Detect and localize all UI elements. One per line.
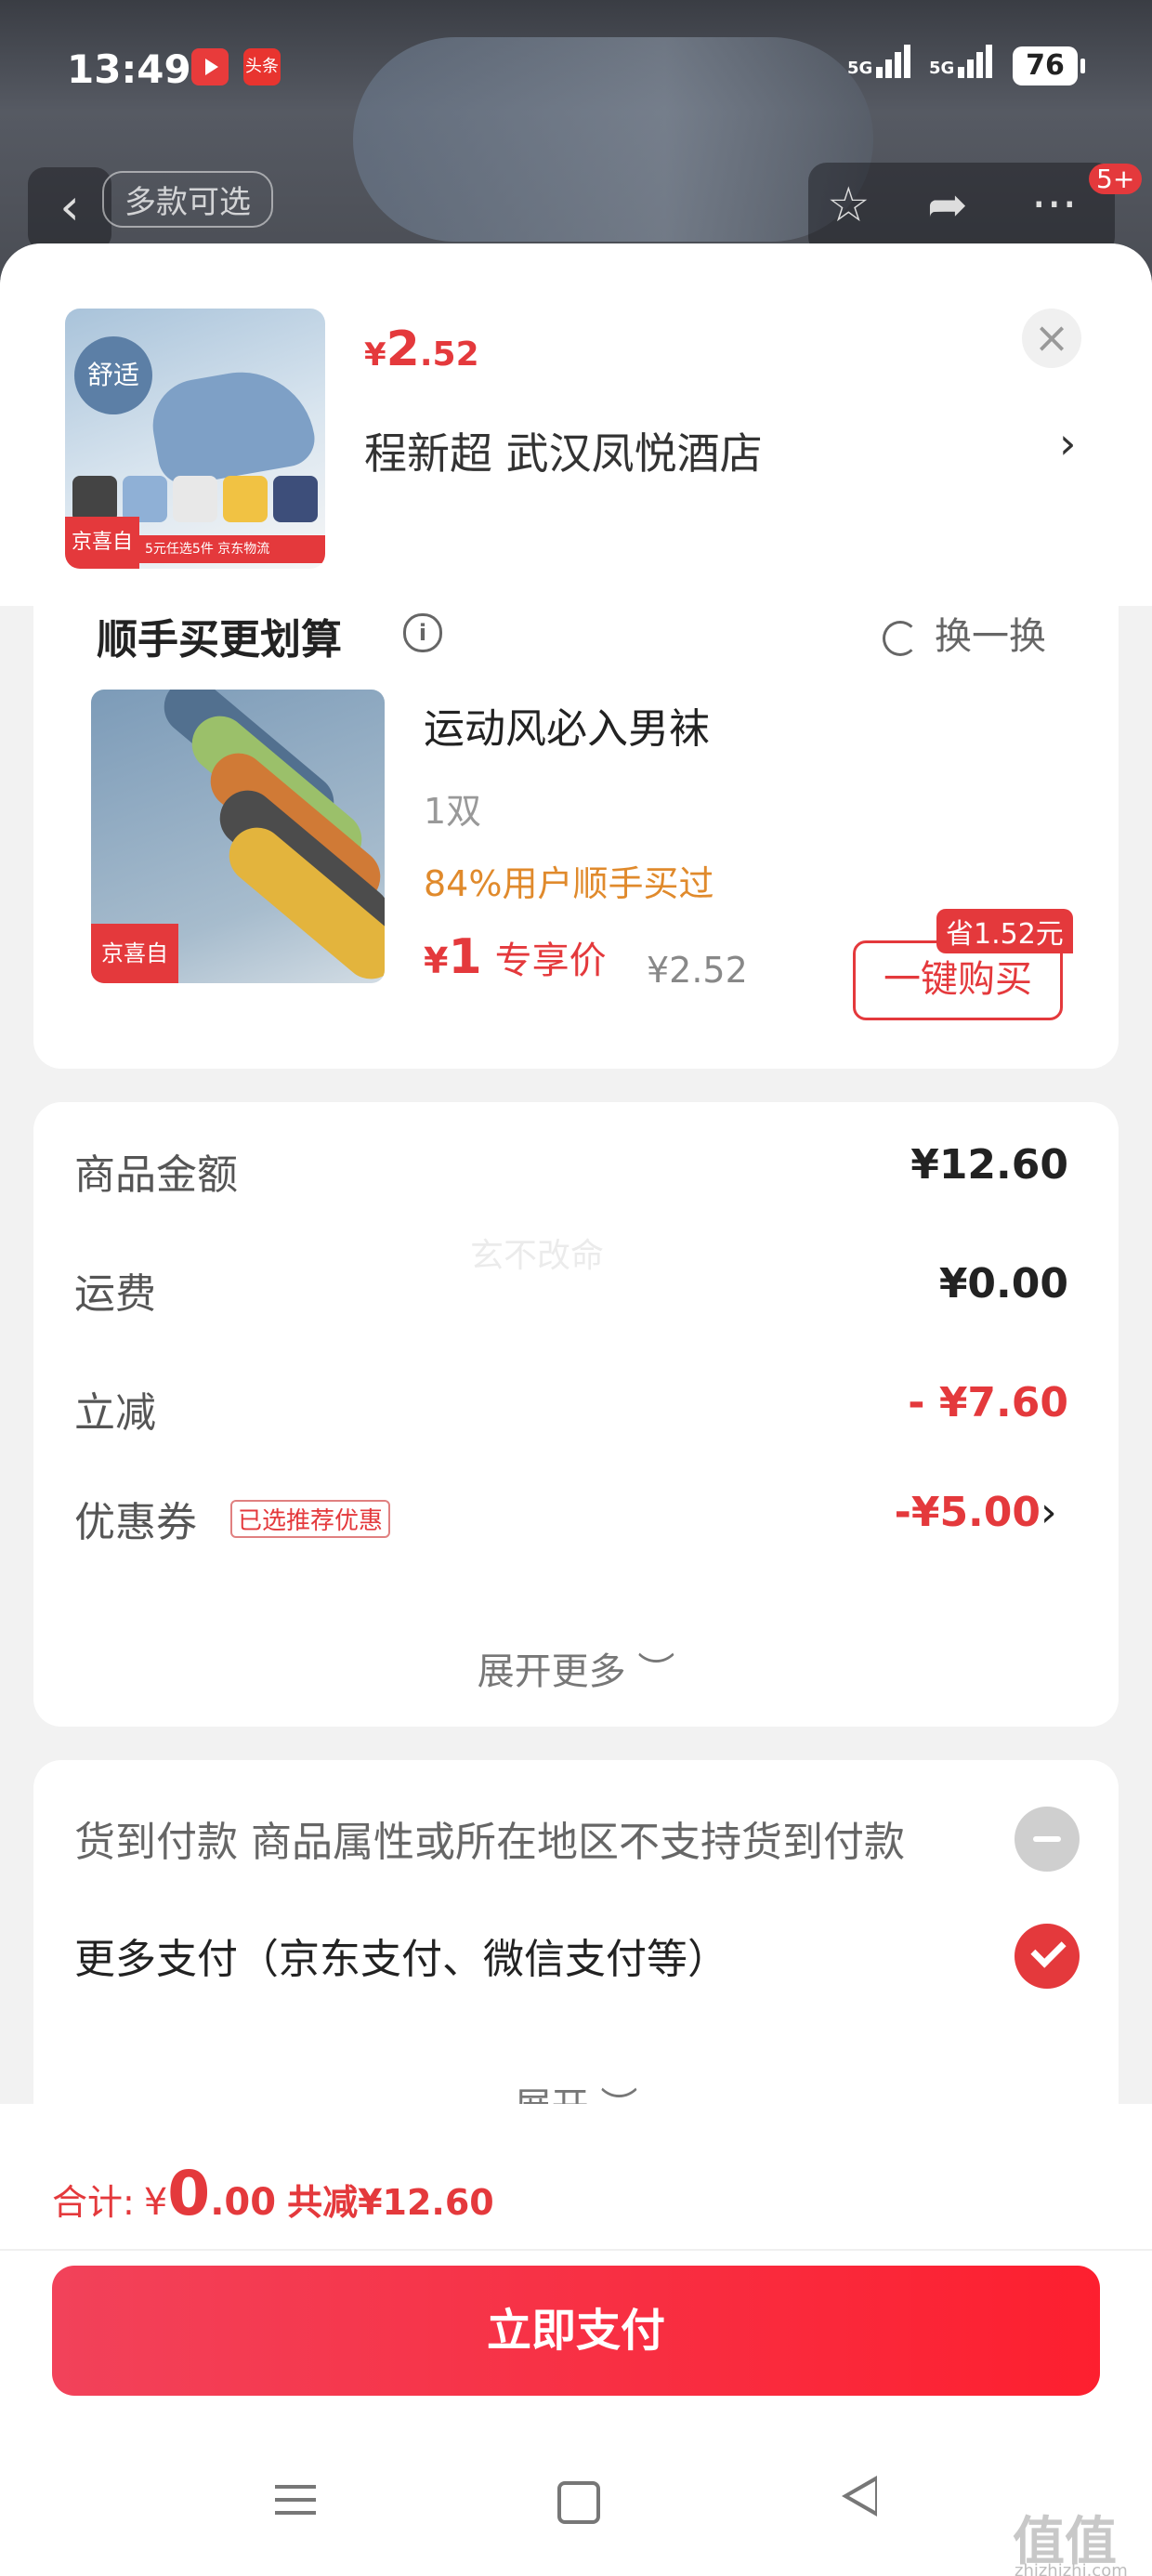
more-payment-option[interactable]: 更多支付（京东支付、微信支付等） [74, 1925, 728, 1985]
site-watermark-url: zhizhizhi.com [1015, 2561, 1128, 2576]
product-thumbnail: 舒适 京喜自营 包邮 5元任选5件 京东物流 [65, 309, 325, 569]
addon-product-name[interactable]: 运动风必入男袜 [424, 695, 710, 755]
variant-pill[interactable]: 多款可选 [102, 171, 273, 228]
expand-more-button[interactable]: 展开更多 ︶ [33, 1641, 1119, 1695]
addon-price: ¥1 专享价 [424, 929, 607, 985]
savings-tag: 省1.52元 [936, 909, 1073, 953]
summary-value: -¥5.00 [894, 1489, 1041, 1536]
checkmark-icon[interactable] [1015, 1924, 1080, 1989]
summary-label: 优惠券 [74, 1499, 197, 1546]
addon-title: 顺手买更划算 [97, 616, 342, 664]
cod-option-label: 货到付款 商品属性或所在地区不支持货到付款 [74, 1819, 905, 1866]
summary-row-discount: 立减 - ¥7.60 [74, 1379, 1068, 1437]
signal-icon: 5G [847, 45, 913, 78]
signal-label: 5G [847, 59, 873, 78]
price-integer: 1 [448, 929, 482, 985]
status-bar: 13:49 头条 5G 5G 76 [0, 28, 1152, 112]
signal-label: 5G [929, 59, 955, 78]
more-icon[interactable]: ··· [1031, 177, 1078, 233]
summary-label: 立减 [74, 1389, 156, 1437]
color-variants [72, 476, 318, 522]
order-total: 合计: ¥0.00 共减¥12.60 [52, 2158, 494, 2229]
free-shipping-tag: 京喜自营 包邮 [65, 517, 139, 569]
menu-icon[interactable] [275, 2476, 316, 2524]
summary-value: ¥0.00 [938, 1260, 1068, 1308]
share-icon[interactable]: ➦ [927, 177, 968, 233]
chevron-right-icon[interactable]: › [1041, 1489, 1057, 1536]
divider [0, 2249, 1152, 2251]
price-integer: 2 [386, 322, 420, 377]
addon-original-price: ¥2.52 [647, 950, 748, 991]
summary-row-goods: 商品金额 ¥12.60 [74, 1141, 1068, 1199]
refresh-icon [883, 621, 918, 656]
price-summary-card: 商品金额 ¥12.60 玄不改命 运费 ¥0.00 立减 - ¥7.60 优惠券… [33, 1102, 1119, 1727]
swap-button[interactable]: 换一换 [883, 606, 1046, 660]
addon-card: 顺手买更划算 i 换一换 京喜自营 包邮 运动风必入男袜 1双 84%用户顺手买… [33, 606, 1119, 1069]
price-label: 专享价 [494, 940, 607, 982]
summary-value: ¥12.60 [910, 1141, 1068, 1189]
total-decimal: .00 [210, 2181, 277, 2224]
checkout-sheet: 舒适 京喜自营 包邮 5元任选5件 京东物流 ¥2.52 程新超 武汉凤悦酒店 … [0, 243, 1152, 2576]
cart-badge: 5+ [1089, 164, 1143, 194]
system-navigation-bar [0, 2466, 1152, 2541]
back-button[interactable]: ‹ [28, 167, 111, 251]
status-time: 13:49 [67, 46, 191, 92]
sock-illustration [145, 361, 320, 489]
total-label: 合计: [52, 2182, 135, 2223]
checkout-bottom-bar: 合计:¥0.00共减¥12.60 立即支付 值值值 zhizhizhi.com [0, 2104, 1152, 2576]
back-icon[interactable] [842, 2476, 877, 2517]
price-currency: ¥ [364, 336, 386, 374]
delivery-address[interactable]: 程新超 武汉凤悦酒店 [364, 420, 763, 481]
top-actions: ☆ ➦ ··· [808, 163, 1115, 256]
news-app-icon: 头条 [243, 48, 281, 85]
pay-now-button[interactable]: 立即支付 [52, 2266, 1100, 2396]
battery-icon: 76 [1013, 46, 1085, 85]
star-icon[interactable]: ☆ [827, 177, 871, 233]
sheet-header: 舒适 京喜自营 包邮 5元任选5件 京东物流 ¥2.52 程新超 武汉凤悦酒店 … [0, 243, 1152, 606]
total-integer: 0 [167, 2158, 211, 2229]
total-currency: ¥ [143, 2181, 168, 2224]
summary-row-coupon[interactable]: 优惠券 已选推荐优惠 -¥5.00 › [74, 1489, 1068, 1546]
summary-row-shipping: 运费 ¥0.00 [74, 1260, 1068, 1318]
product-price: ¥2.52 [364, 322, 479, 377]
summary-label: 商品金额 [74, 1151, 238, 1199]
comfort-badge: 舒适 [74, 336, 152, 414]
summary-label: 运费 [74, 1270, 156, 1318]
video-app-icon [191, 48, 229, 85]
coupon-tag: 已选推荐优惠 [230, 1500, 391, 1538]
payment-method-card: 货到付款 商品属性或所在地区不支持货到付款 更多支付（京东支付、微信支付等） 展… [33, 1760, 1119, 2128]
promo-strip: 5元任选5件 京东物流 [139, 535, 325, 563]
swap-label: 换一换 [935, 615, 1046, 658]
home-icon[interactable] [557, 2481, 600, 2524]
info-icon[interactable]: i [403, 613, 442, 652]
chevron-right-icon[interactable]: › [1059, 418, 1076, 468]
addon-product-image[interactable]: 京喜自营 包邮 [91, 690, 385, 983]
price-decimal: .52 [419, 335, 479, 374]
total-saved: 共减¥12.60 [287, 2182, 494, 2223]
addon-quantity: 1双 [424, 791, 482, 832]
summary-value: - ¥7.60 [908, 1379, 1068, 1426]
addon-buyers-stat: 84%用户顺手买过 [424, 863, 714, 904]
signal-icon: 5G [929, 45, 995, 78]
cod-disabled-icon [1015, 1807, 1080, 1872]
free-shipping-tag: 京喜自营 包邮 [91, 924, 178, 983]
close-icon[interactable]: × [1022, 309, 1081, 368]
price-currency: ¥ [424, 940, 449, 981]
